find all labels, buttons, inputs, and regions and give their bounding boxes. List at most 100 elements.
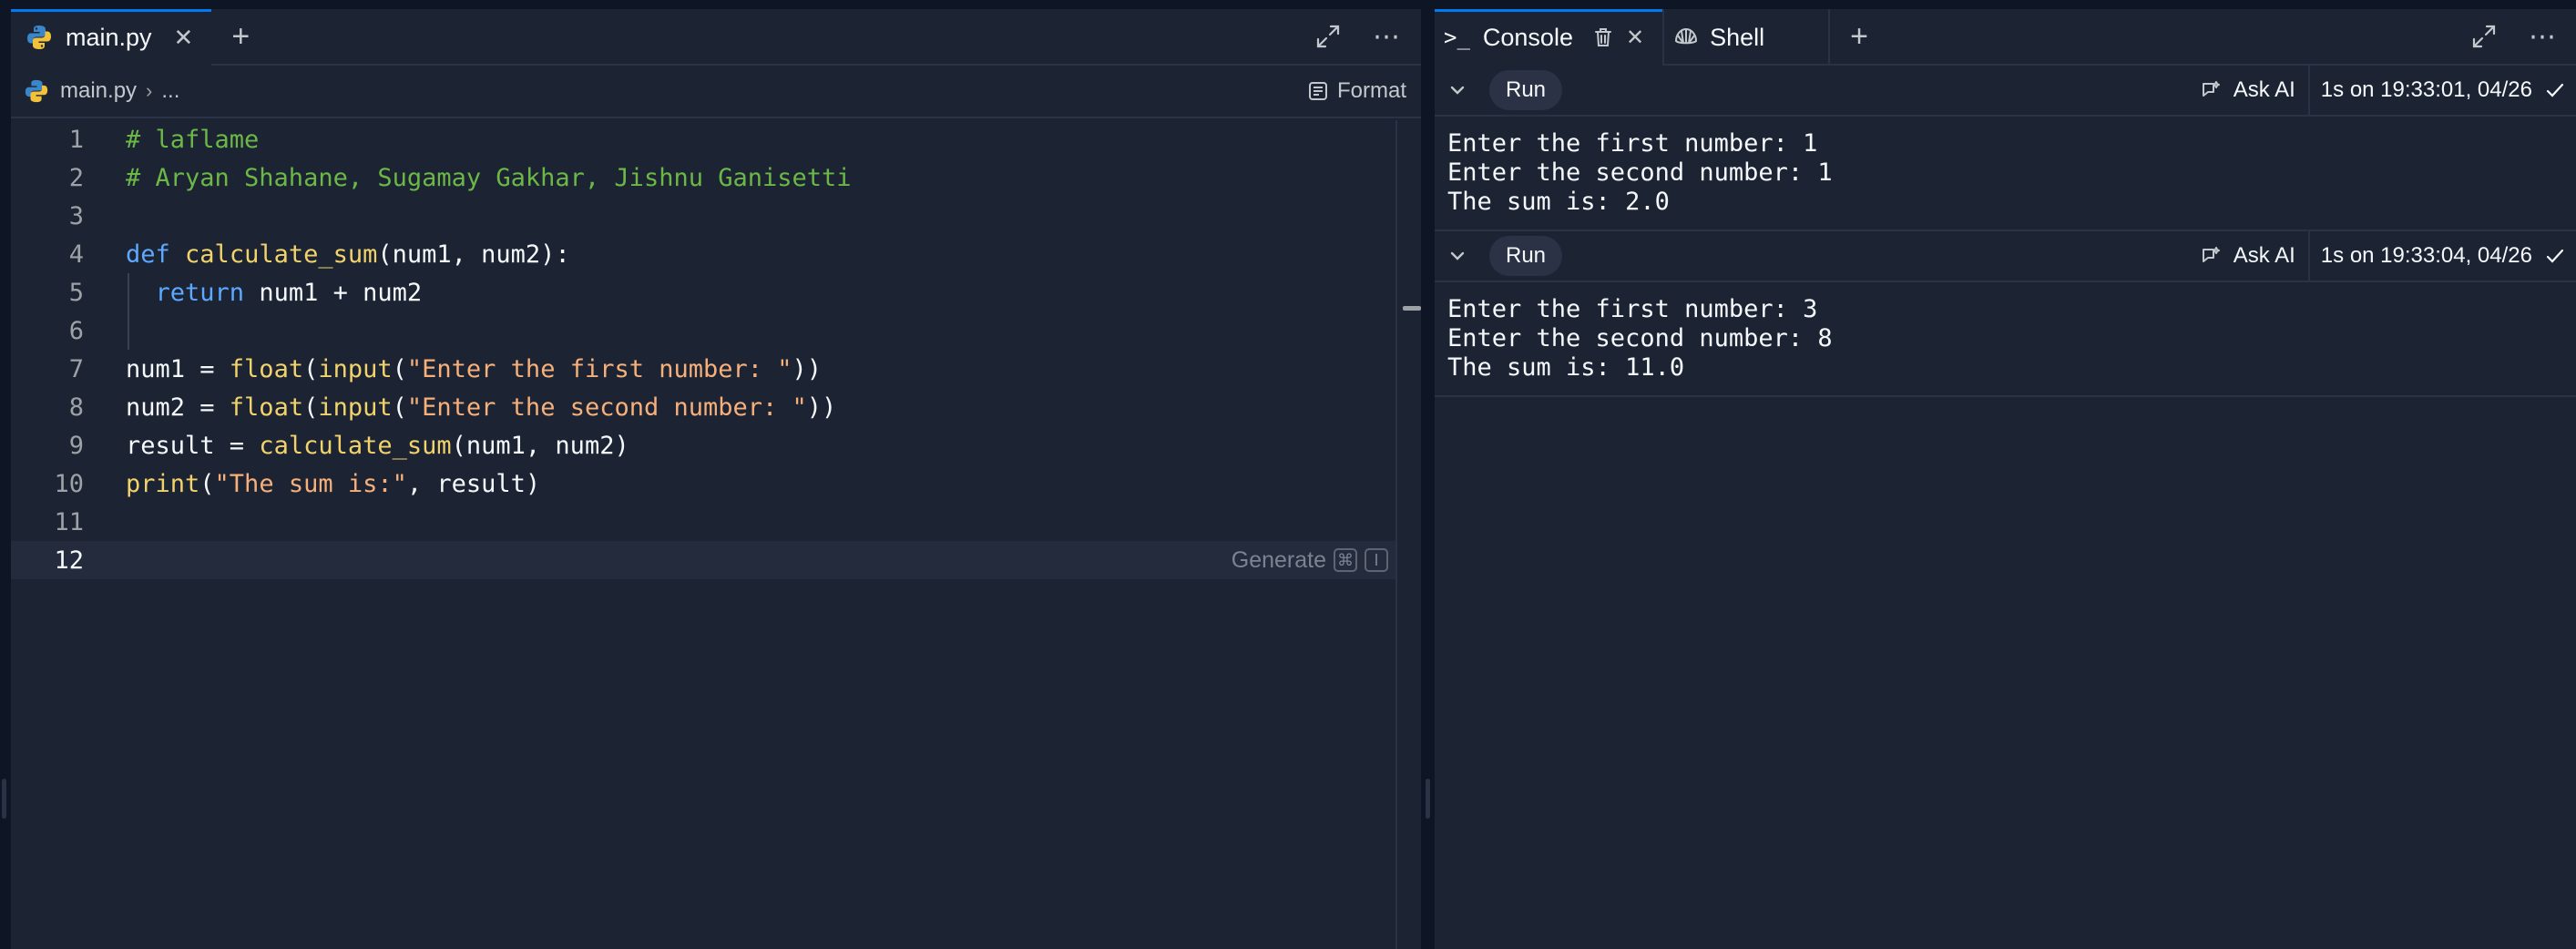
console-output: Run Ask AI 1s on 19:33:01, 04/26 Enter t…: [1435, 66, 2576, 397]
code-token: result =: [126, 431, 260, 460]
run-button[interactable]: Run: [1489, 70, 1563, 110]
code-line[interactable]: 2 # Aryan Shahane, Sugamay Gakhar, Jishnu…: [11, 158, 1397, 197]
code-token: , result): [406, 469, 541, 498]
pane-resize-handle[interactable]: [1426, 779, 1430, 819]
tab-console-label: Console: [1482, 23, 1573, 51]
line-number: 12: [54, 546, 84, 575]
python-icon: [26, 24, 53, 51]
code-token: def: [126, 240, 170, 269]
format-button[interactable]: Format: [1308, 78, 1408, 104]
command-key-icon: ⌘: [1334, 548, 1357, 572]
line-content: result = calculate_sum(num1, num2): [84, 432, 629, 460]
line-number: 9: [68, 431, 84, 460]
editor-tabbar: main.py ✕ + ⋯: [11, 9, 1421, 66]
code-line[interactable]: 7 num1 = float(input("Enter the first num…: [11, 350, 1397, 388]
trash-icon[interactable]: [1593, 26, 1613, 48]
code-token: num2 =: [126, 393, 230, 422]
line-content: # Aryan Shahane, Sugamay Gakhar, Jishnu …: [84, 164, 852, 192]
maximize-icon[interactable]: [2470, 23, 2498, 50]
line-number: 2: [68, 163, 84, 192]
line-number: 10: [54, 469, 84, 498]
output-line: Enter the first number: 1: [1447, 129, 1818, 158]
code-line[interactable]: 9 result = calculate_sum(num1, num2): [11, 426, 1397, 464]
check-icon: [2545, 246, 2565, 266]
run-block: Run Ask AI 1s on 19:33:01, 04/26 Enter t…: [1435, 66, 2576, 231]
code-token: (num1, num2):: [377, 240, 570, 269]
line-number: 1: [68, 125, 84, 154]
line-content: return num1 + num2: [84, 278, 423, 307]
code-line[interactable]: 12 Generate ⌘ I: [11, 541, 1397, 579]
tab-main-py[interactable]: main.py ✕: [11, 9, 212, 66]
line-number: 5: [68, 278, 84, 307]
code-token: (: [392, 354, 407, 383]
line-number: 8: [68, 393, 84, 422]
code-token: "Enter the second number: ": [406, 393, 807, 422]
format-label: Format: [1336, 78, 1406, 103]
code-line[interactable]: 11: [11, 503, 1397, 541]
code-token: (num1, num2): [451, 431, 629, 460]
code-token: (: [303, 393, 319, 422]
code-line[interactable]: 3: [11, 197, 1397, 235]
chevron-down-icon[interactable]: [1447, 246, 1467, 266]
code-token: return: [155, 278, 245, 307]
code-editor[interactable]: 1 # laflame 2 # Aryan Shahane, Sugamay Gakh…: [11, 120, 1397, 949]
run-timing: 1s on 19:33:04, 04/26: [2310, 243, 2576, 269]
output-line: Enter the second number: 8: [1447, 324, 1833, 352]
close-tab-icon[interactable]: ✕: [1626, 25, 1644, 51]
key-i: I: [1365, 548, 1388, 572]
output-line: Enter the second number: 1: [1447, 158, 1833, 187]
code-line[interactable]: 10 print("The sum is:", result): [11, 464, 1397, 503]
tab-label: main.py: [66, 23, 152, 51]
tab-shell[interactable]: Shell: [1664, 9, 1828, 66]
line-number: 7: [68, 354, 84, 383]
breadcrumb-more[interactable]: ...: [161, 78, 179, 104]
console-pane: >_ Console ✕ Shell + ⋯ Run Ask AI 1s on …: [1435, 9, 2576, 949]
check-icon: [2545, 80, 2565, 100]
run-meta: Ask AI 1s on 19:33:01, 04/26: [2201, 66, 2576, 115]
new-tab-button[interactable]: +: [1830, 9, 1888, 64]
close-tab-icon[interactable]: ✕: [174, 24, 194, 52]
code-token: "Enter the first number: ": [406, 354, 792, 383]
ask-ai-label: Ask AI: [2233, 243, 2295, 268]
console-tabbar: >_ Console ✕ Shell + ⋯: [1435, 9, 2576, 66]
chevron-down-icon[interactable]: [1447, 80, 1467, 100]
indent-guide: [128, 273, 129, 311]
code-line[interactable]: 6: [11, 311, 1397, 350]
code-token: "The sum is:": [214, 469, 407, 498]
more-options-icon[interactable]: ⋯: [2529, 21, 2556, 53]
code-token: num1 =: [126, 354, 230, 383]
code-line[interactable]: 1 # laflame: [11, 120, 1397, 158]
code-line[interactable]: 4 def calculate_sum(num1, num2):: [11, 235, 1397, 273]
ask-ai-button[interactable]: Ask AI: [2201, 77, 2308, 103]
generate-hint[interactable]: Generate ⌘ I: [1232, 541, 1388, 579]
format-icon: [1308, 81, 1328, 101]
code-token: # laflame: [126, 125, 260, 154]
scroll-thumb[interactable]: [1403, 306, 1421, 311]
editor-scrollbar[interactable]: [1395, 120, 1421, 949]
code-token: num1 + num2: [244, 278, 423, 307]
left-resize-handle[interactable]: [2, 779, 6, 819]
maximize-icon[interactable]: [1314, 23, 1342, 50]
code-token: )): [806, 393, 837, 422]
breadcrumb-file[interactable]: main.py: [60, 78, 137, 104]
line-content: print("The sum is:", result): [84, 470, 540, 498]
tab-console[interactable]: >_ Console ✕: [1435, 9, 1663, 66]
line-number: 3: [68, 201, 84, 230]
timing-label: 1s on 19:33:04, 04/26: [2320, 243, 2532, 268]
new-tab-button[interactable]: +: [211, 9, 270, 64]
run-header: Run Ask AI 1s on 19:33:01, 04/26: [1435, 66, 2576, 117]
line-content: num1 = float(input("Enter the first numb…: [84, 355, 822, 383]
generate-label: Generate: [1231, 546, 1326, 573]
ask-ai-button[interactable]: Ask AI: [2201, 243, 2308, 269]
timing-label: 1s on 19:33:01, 04/26: [2320, 77, 2532, 102]
code-token: # Aryan Shahane, Sugamay Gakhar, Jishnu …: [126, 163, 852, 192]
line-content: def calculate_sum(num1, num2):: [84, 240, 570, 269]
run-output: Enter the first number: 1 Enter the secon…: [1435, 117, 2576, 231]
code-line[interactable]: 8 num2 = float(input("Enter the second nu…: [11, 388, 1397, 426]
code-line[interactable]: 5 return num1 + num2: [11, 273, 1397, 311]
code-token: float: [229, 354, 304, 383]
run-button[interactable]: Run: [1489, 236, 1563, 276]
more-options-icon[interactable]: ⋯: [1373, 21, 1401, 53]
